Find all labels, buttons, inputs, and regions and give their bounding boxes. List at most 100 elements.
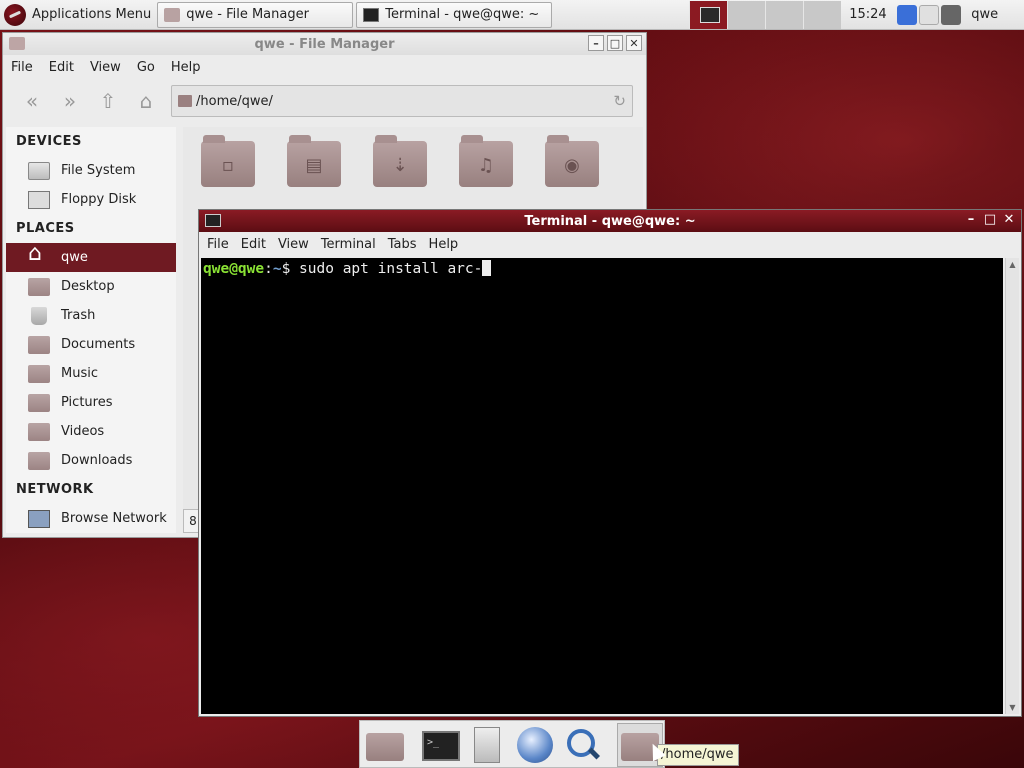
location-path: /home/qwe/: [196, 93, 273, 109]
applications-menu-button[interactable]: Applications Menu: [0, 0, 157, 30]
file-manager-titlebar[interactable]: qwe - File Manager – □ ✕: [3, 33, 646, 55]
sidebar-item-downloads[interactable]: Downloads: [6, 446, 176, 475]
prompt-path: ~: [272, 261, 282, 277]
network-status-icon[interactable]: [941, 4, 962, 25]
back-button[interactable]: «: [13, 86, 51, 116]
screenshot-tool-icon[interactable]: [919, 4, 940, 25]
task-terminal[interactable]: Terminal - qwe@qwe: ~: [356, 1, 553, 28]
sidebar-heading-network: NETWORK: [16, 482, 94, 497]
window-title: Terminal - qwe@qwe: ~: [524, 213, 696, 229]
menu-view[interactable]: View: [82, 60, 129, 75]
sidebar-item-label: Music: [61, 366, 98, 381]
maximize-button[interactable]: □: [982, 212, 998, 228]
sidebar-item-label: Documents: [61, 337, 136, 352]
sidebar-item-label: Pictures: [61, 395, 113, 410]
sidebar-item-home[interactable]: qwe: [6, 241, 176, 272]
workspace-4[interactable]: [803, 0, 842, 29]
close-button[interactable]: ✕: [1001, 212, 1017, 228]
task-label: Terminal - qwe@qwe: ~: [385, 7, 540, 22]
sidebar-item-label: Downloads: [61, 453, 133, 468]
maximize-button[interactable]: □: [607, 35, 623, 51]
up-arrow-icon: ⇧: [99, 89, 117, 113]
menu-file[interactable]: File: [3, 60, 41, 75]
menu-help[interactable]: Help: [423, 237, 465, 252]
back-arrow-icon: «: [25, 89, 39, 113]
sidebar-item-label: File System: [61, 163, 136, 178]
terminal-scrollbar[interactable]: ▲ ▼: [1005, 258, 1019, 714]
prompt-symbol: $: [281, 261, 291, 277]
user-menu[interactable]: qwe: [971, 7, 998, 22]
home-icon: ⌂: [139, 89, 153, 113]
workspace-3[interactable]: [765, 0, 804, 29]
top-panel: Applications Menu qwe - File Manager Ter…: [0, 0, 1024, 30]
sidebar-item-floppy-disk[interactable]: Floppy Disk: [6, 185, 176, 214]
command-text: sudo apt install arc-: [299, 261, 483, 277]
sidebar-item-label: Videos: [61, 424, 105, 439]
menu-terminal[interactable]: Terminal: [315, 237, 382, 252]
folder-pictures-icon[interactable]: ◉: [545, 135, 599, 187]
sidebar-item-browse-network[interactable]: Browse Network: [6, 504, 176, 533]
task-file-manager[interactable]: qwe - File Manager: [157, 1, 354, 28]
sidebar-item-file-system[interactable]: File System: [6, 156, 176, 185]
folder-desktop-icon[interactable]: ▫: [201, 135, 255, 187]
window-title: qwe - File Manager: [254, 36, 395, 52]
workspace-1[interactable]: [689, 0, 728, 29]
dock-tooltip: /home/qwe: [657, 744, 739, 766]
folder-icon: [28, 335, 50, 354]
distro-logo-icon: [4, 3, 26, 26]
scroll-down-icon[interactable]: ▼: [1006, 703, 1019, 712]
sidebar-heading-places: PLACES: [16, 221, 75, 236]
minimize-button[interactable]: –: [963, 212, 979, 228]
sidebar-item-music[interactable]: Music: [6, 359, 176, 388]
bluetooth-icon[interactable]: [897, 4, 918, 25]
sidebar-item-label: Desktop: [61, 279, 115, 294]
menu-edit[interactable]: Edit: [235, 237, 272, 252]
home-button[interactable]: ⌂: [127, 86, 165, 116]
clock[interactable]: 15:24: [849, 7, 895, 22]
scroll-up-icon[interactable]: ▲: [1006, 260, 1019, 269]
folder-documents-icon[interactable]: ▤: [287, 135, 341, 187]
up-button[interactable]: ⇧: [89, 86, 127, 116]
sidebar-item-videos[interactable]: Videos: [6, 417, 176, 446]
menu-tabs[interactable]: Tabs: [382, 237, 423, 252]
sidebar-item-label: qwe: [61, 250, 88, 265]
sidebar-item-label: Floppy Disk: [61, 192, 137, 207]
applications-menu-label: Applications Menu: [32, 7, 152, 22]
floppy-icon: [28, 190, 50, 209]
sidebar-item-trash[interactable]: Trash: [6, 301, 176, 330]
sidebar-item-label: Trash: [61, 308, 96, 323]
terminal-menubar: File Edit View Terminal Tabs Help: [199, 232, 1021, 256]
reload-icon[interactable]: ↻: [613, 92, 626, 110]
menu-view[interactable]: View: [272, 237, 315, 252]
workspace-2[interactable]: [727, 0, 766, 29]
menu-help[interactable]: Help: [163, 60, 209, 75]
folder-downloads-icon[interactable]: ⇣: [373, 135, 427, 187]
forward-arrow-icon: »: [63, 89, 77, 113]
sidebar-item-desktop[interactable]: Desktop: [6, 272, 176, 301]
close-button[interactable]: ✕: [626, 35, 642, 51]
system-tray: [897, 4, 962, 25]
terminal-launcher-icon[interactable]: [422, 731, 460, 761]
dock: [359, 720, 665, 768]
prompt-user: qwe@qwe: [203, 261, 265, 277]
menu-edit[interactable]: Edit: [41, 60, 82, 75]
drive-icon: [28, 161, 50, 180]
folder-icon: [28, 364, 50, 383]
forward-button[interactable]: »: [51, 86, 89, 116]
terminal-screen[interactable]: qwe@qwe:~$ sudo apt install arc-: [201, 258, 1003, 714]
terminal-titlebar[interactable]: Terminal - qwe@qwe: ~ – □ ✕: [199, 210, 1021, 232]
folder-music-icon[interactable]: ♫: [459, 135, 513, 187]
search-icon[interactable]: [564, 727, 600, 763]
sidebar-item-documents[interactable]: Documents: [6, 330, 176, 359]
terminal-icon: [363, 7, 380, 22]
web-browser-icon[interactable]: [517, 727, 553, 763]
trash-icon: [31, 306, 47, 325]
folder-icon: [28, 393, 50, 412]
menu-file[interactable]: File: [201, 237, 235, 252]
location-bar[interactable]: /home/qwe/ ↻: [171, 85, 633, 117]
file-cabinet-icon[interactable]: [474, 727, 500, 763]
menu-go[interactable]: Go: [129, 60, 163, 75]
minimize-button[interactable]: –: [588, 35, 604, 51]
sidebar-item-pictures[interactable]: Pictures: [6, 388, 176, 417]
show-desktop-icon[interactable]: [366, 733, 404, 761]
